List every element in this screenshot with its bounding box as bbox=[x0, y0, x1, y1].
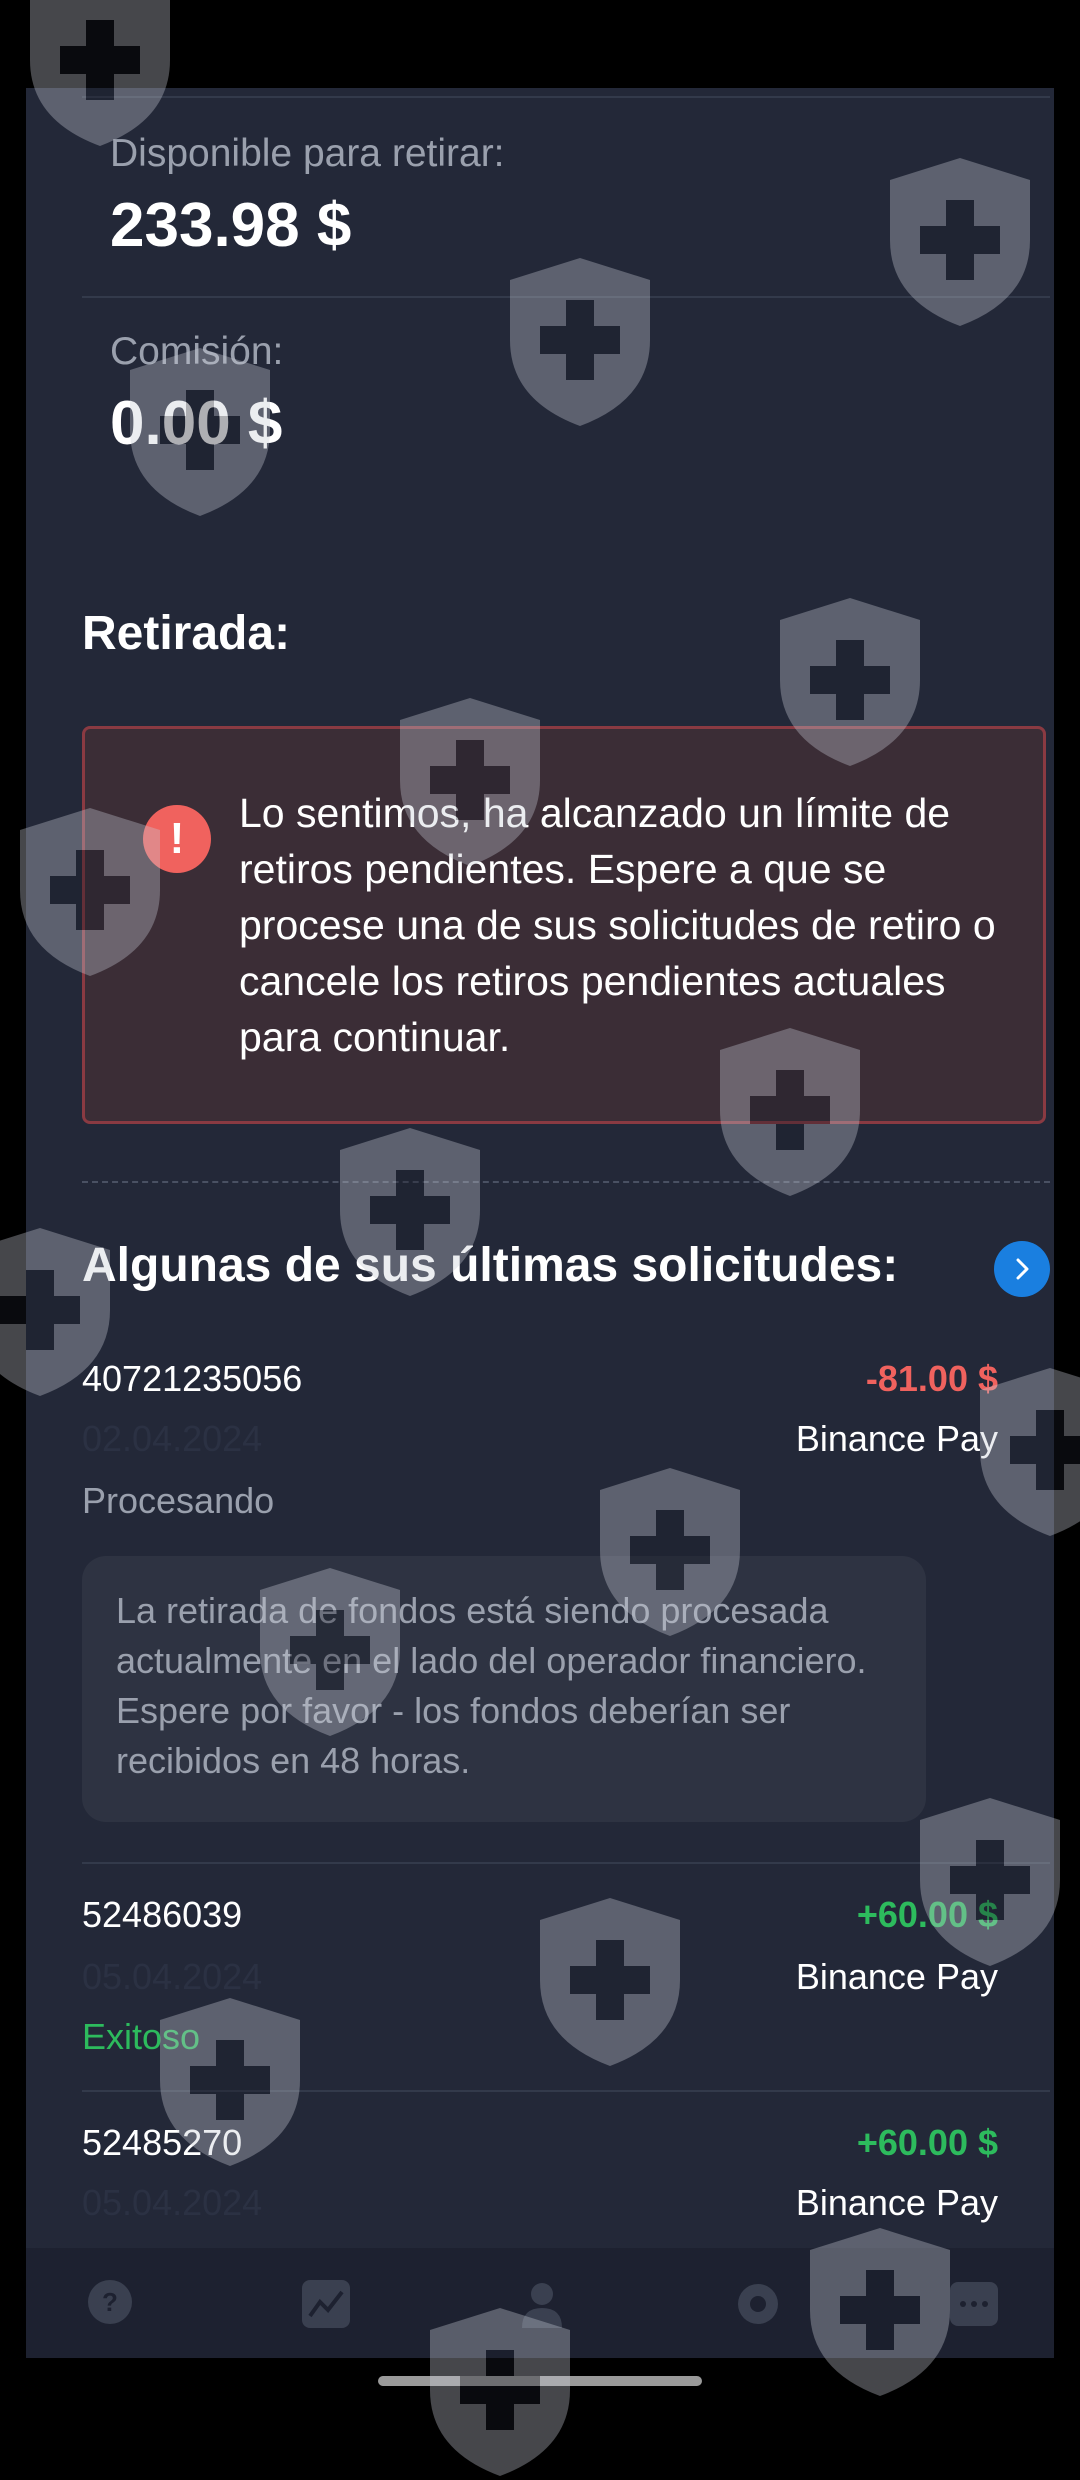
home-indicator[interactable] bbox=[378, 2376, 702, 2386]
error-message: Lo sentimos, ha alcanzado un límite de r… bbox=[239, 790, 996, 1060]
request-status: Exitoso bbox=[82, 2016, 201, 2057]
divider bbox=[82, 2090, 1050, 2092]
dashed-divider bbox=[82, 1181, 1050, 1183]
request-date: 02.04.2024 bbox=[82, 1418, 263, 1459]
available-value: 233.98 $ bbox=[110, 191, 352, 260]
request-date: 05.04.2024 bbox=[82, 2182, 263, 2223]
profile-icon[interactable] bbox=[512, 2274, 572, 2334]
request-method: Binance Pay bbox=[795, 1418, 998, 1459]
request-amount: +60.00 $ bbox=[856, 2122, 998, 2163]
request-amount: +60.00 $ bbox=[856, 1894, 998, 1935]
divider bbox=[82, 96, 1050, 98]
request-id: 52486039 bbox=[82, 1894, 243, 1935]
chat-icon[interactable] bbox=[944, 2274, 1004, 2334]
requests-title: Algunas de sus últimas solicitudes: bbox=[82, 1239, 899, 1292]
request-amount: -81.00 $ bbox=[865, 1358, 998, 1399]
help-icon[interactable]: ? bbox=[80, 2274, 140, 2334]
request-date: 05.04.2024 bbox=[82, 1956, 263, 1997]
withdrawal-panel: Disponible para retirar: 233.98 $ Comisi… bbox=[26, 88, 1054, 2248]
settings-icon[interactable] bbox=[728, 2274, 788, 2334]
commission-value: 0.00 $ bbox=[110, 389, 283, 458]
view-all-requests-button[interactable] bbox=[994, 1241, 1050, 1297]
status-bar bbox=[0, 0, 1080, 88]
chart-icon[interactable] bbox=[296, 2274, 356, 2334]
request-info-box: La retirada de fondos está siendo proces… bbox=[82, 1556, 926, 1822]
available-label: Disponible para retirar: bbox=[110, 132, 505, 175]
exclamation-icon: ! bbox=[143, 805, 211, 873]
request-id: 40721235056 bbox=[82, 1358, 303, 1399]
commission-label: Comisión: bbox=[110, 330, 284, 373]
request-id: 52485270 bbox=[82, 2122, 243, 2163]
divider bbox=[82, 296, 1050, 298]
request-status: Procesando bbox=[82, 1480, 275, 1521]
request-method: Binance Pay bbox=[795, 2182, 998, 2223]
chevron-right-icon bbox=[1016, 1258, 1029, 1280]
withdrawal-title: Retirada: bbox=[82, 607, 291, 660]
svg-text:?: ? bbox=[102, 2287, 118, 2317]
bottom-nav: ? bbox=[26, 2248, 1054, 2358]
request-method: Binance Pay bbox=[795, 1956, 998, 1997]
divider bbox=[82, 1862, 1050, 1864]
error-alert: ! Lo sentimos, ha alcanzado un límite de… bbox=[82, 726, 1046, 1124]
